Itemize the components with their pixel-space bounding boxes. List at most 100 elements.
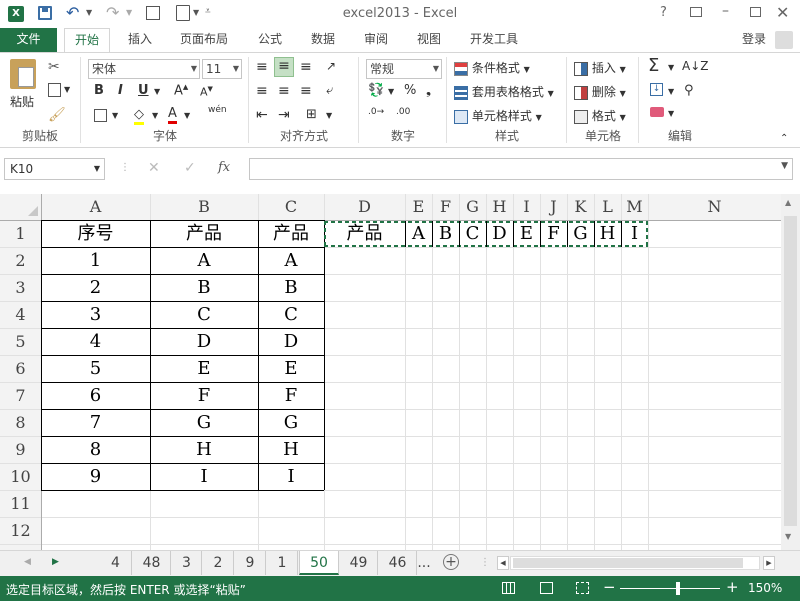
row-header[interactable]: 3 (0, 274, 41, 301)
scroll-tabs-left-icon[interactable]: ◀ (24, 557, 31, 567)
text-orientation-icon[interactable]: ↗ (326, 59, 336, 73)
copy-icon[interactable] (48, 83, 61, 97)
table-cell[interactable]: B (258, 274, 324, 301)
page-break-view-icon[interactable] (576, 582, 589, 594)
fill-dropdown-icon[interactable]: ▼ (668, 87, 674, 96)
column-header[interactable]: J (540, 194, 567, 220)
column-header[interactable]: I (513, 194, 540, 220)
row-header[interactable]: 2 (0, 247, 41, 274)
table-header-cell[interactable]: 序号 (41, 220, 150, 247)
currency-icon[interactable]: 💱 (368, 83, 384, 98)
column-header[interactable]: G (459, 194, 486, 220)
wrap-text-icon[interactable]: ⤶ (326, 83, 333, 98)
table-cell[interactable]: I (150, 463, 258, 490)
bold-button[interactable]: B (94, 83, 104, 98)
align-middle-icon[interactable]: ≡ (274, 57, 294, 77)
row-header[interactable]: 4 (0, 301, 41, 328)
row-header[interactable]: 1 (0, 220, 41, 247)
autosum-icon[interactable]: Σ (648, 55, 659, 76)
table-cell[interactable]: C (150, 301, 258, 328)
sheet-tab[interactable]: 46 (379, 551, 417, 575)
number-format-select[interactable]: 常规 ▼ (366, 59, 442, 79)
table-header-cell[interactable]: 产品 (258, 220, 324, 247)
row-header[interactable]: 10 (0, 463, 41, 490)
horizontal-scrollbar[interactable] (510, 556, 760, 570)
sheet-tab[interactable]: 49 (340, 551, 378, 575)
table-cell[interactable]: G (258, 409, 324, 436)
align-top-icon[interactable]: ≡ (256, 59, 268, 75)
transposed-cell[interactable]: G (567, 220, 594, 247)
table-cell[interactable]: D (150, 328, 258, 355)
column-header[interactable]: C (258, 194, 324, 220)
transposed-cell[interactable]: B (432, 220, 459, 247)
table-cell[interactable]: 6 (41, 382, 150, 409)
row-header[interactable]: 11 (0, 490, 41, 517)
tab-developer[interactable]: 开发工具 (470, 28, 518, 52)
zoom-slider-thumb[interactable] (676, 582, 680, 595)
paste-button[interactable]: 粘贴 (10, 59, 40, 113)
sheet-tab[interactable]: ... (413, 551, 435, 575)
table-cell[interactable]: 9 (41, 463, 150, 490)
scroll-tabs-right-icon[interactable]: ▶ (52, 557, 59, 567)
font-name-select[interactable]: 宋体 ▼ (88, 59, 200, 79)
login-link[interactable]: 登录 (742, 28, 766, 52)
table-cell[interactable]: B (150, 274, 258, 301)
hscroll-left-icon[interactable]: ◀ (497, 556, 509, 570)
vscroll-down-icon[interactable]: ▼ (785, 532, 791, 541)
minimize-button[interactable]: – (722, 3, 729, 19)
row-header[interactable]: 7 (0, 382, 41, 409)
table-cell[interactable]: D (258, 328, 324, 355)
vscroll-up-icon[interactable]: ▲ (785, 198, 791, 207)
font-color-icon[interactable]: A (168, 106, 177, 124)
row-header[interactable]: 9 (0, 436, 41, 463)
tab-view[interactable]: 视图 (417, 28, 441, 52)
formula-input[interactable]: ▼ (249, 158, 793, 180)
column-header[interactable]: D (324, 194, 405, 220)
tab-review[interactable]: 审阅 (364, 28, 388, 52)
table-cell[interactable]: 2 (41, 274, 150, 301)
fill-color-icon[interactable]: ◇ (134, 107, 144, 125)
decrease-indent-icon[interactable]: ⇤ (256, 107, 268, 123)
percent-button[interactable]: % (404, 83, 416, 98)
sheet-tab[interactable]: 1 (267, 551, 298, 575)
ribbon-display-button[interactable] (690, 7, 702, 17)
table-cell[interactable]: A (150, 247, 258, 274)
normal-view-icon[interactable] (502, 582, 515, 594)
grow-font-icon[interactable]: A▲ (174, 83, 188, 98)
underline-dropdown-icon[interactable]: ▼ (154, 87, 160, 96)
table-cell[interactable]: F (150, 382, 258, 409)
column-header[interactable]: K (567, 194, 594, 220)
transposed-cell[interactable]: A (405, 220, 432, 247)
row-header[interactable]: 12 (0, 517, 41, 544)
phonetic-icon[interactable]: wén (208, 105, 227, 115)
fill-color-dropdown-icon[interactable]: ▼ (152, 111, 158, 120)
copy-dropdown-icon[interactable]: ▼ (64, 85, 70, 94)
table-cell[interactable]: 5 (41, 355, 150, 382)
sheet-tab[interactable]: 48 (133, 551, 171, 575)
tab-formulas[interactable]: 公式 (258, 28, 282, 52)
column-header[interactable]: M (621, 194, 648, 220)
fill-icon[interactable]: ↓ (650, 83, 663, 96)
table-cell[interactable]: C (258, 301, 324, 328)
clear-icon[interactable] (650, 107, 664, 117)
transposed-cell[interactable]: 产品 (324, 220, 405, 247)
column-header[interactable]: F (432, 194, 459, 220)
find-select-icon[interactable]: ⚲ (684, 83, 694, 98)
sheet-tab[interactable]: 9 (235, 551, 266, 575)
table-header-cell[interactable]: 产品 (150, 220, 258, 247)
column-header[interactable]: L (594, 194, 621, 220)
zoom-out-button[interactable]: − (603, 578, 616, 596)
tab-home[interactable]: 开始 (64, 28, 110, 52)
table-cell[interactable]: E (258, 355, 324, 382)
transposed-cell[interactable]: C (459, 220, 486, 247)
autosum-dropdown-icon[interactable]: ▼ (668, 63, 674, 72)
table-cell[interactable]: G (150, 409, 258, 436)
table-cell[interactable]: H (150, 436, 258, 463)
tab-file[interactable]: 文件 (0, 28, 57, 52)
column-header[interactable]: N (648, 194, 781, 220)
merge-dropdown-icon[interactable]: ▼ (326, 111, 332, 120)
maximize-button[interactable] (750, 7, 761, 17)
increase-indent-icon[interactable]: ⇥ (278, 107, 290, 123)
page-layout-view-icon[interactable] (540, 582, 553, 594)
expand-formula-icon[interactable]: ▼ (781, 161, 788, 171)
